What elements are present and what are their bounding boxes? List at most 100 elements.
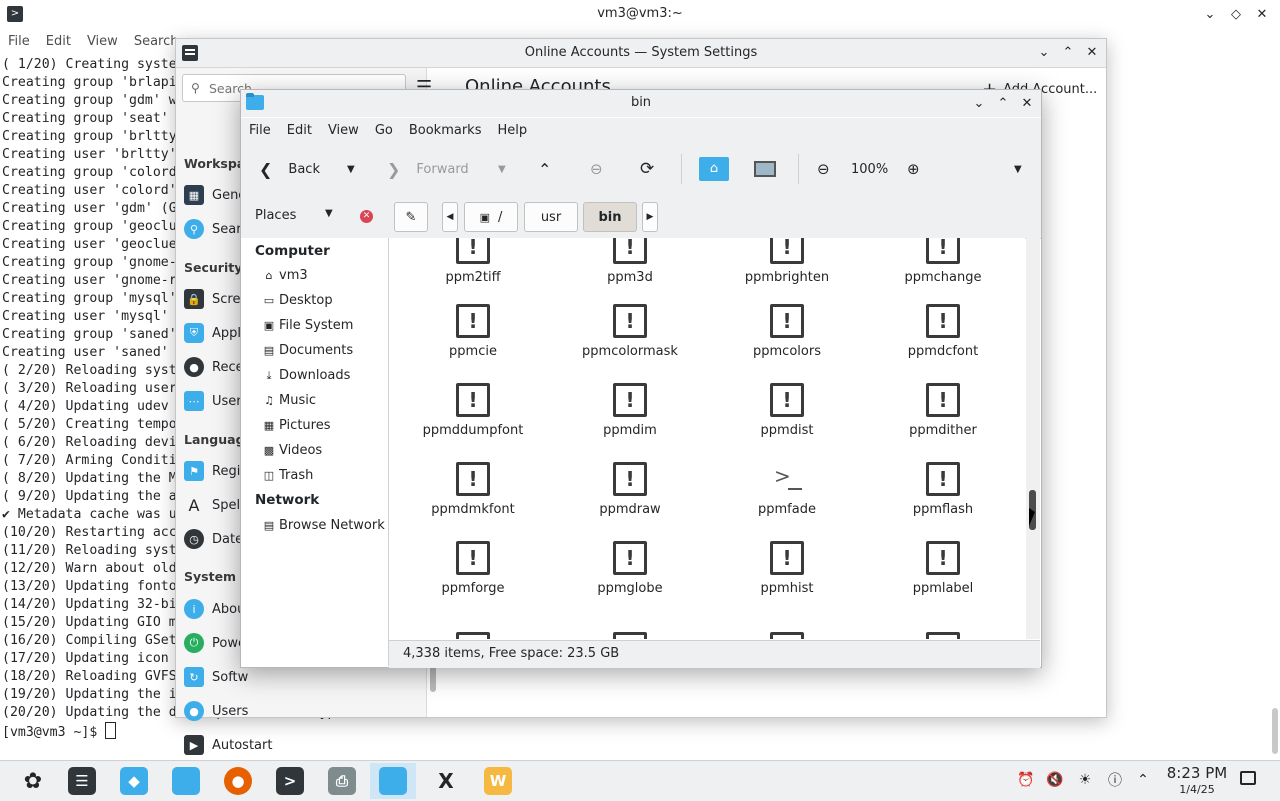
sidebar-item-recent-files[interactable]: ● Rece (184, 357, 244, 377)
forward-history-dropdown[interactable]: ▼ (498, 156, 506, 182)
brightness-icon[interactable]: ☀ (1074, 769, 1096, 791)
file-item[interactable]: ! ppmchange (868, 238, 1018, 285)
help-icon[interactable]: ⓘ (1104, 769, 1126, 791)
application-launcher[interactable]: ✿ (10, 763, 56, 799)
clock-time[interactable]: 8:23 PM (1162, 764, 1232, 782)
close-icon[interactable]: ✕ (1252, 4, 1272, 24)
sidebar-item-date-time[interactable]: ◷ Date (184, 529, 243, 549)
breadcrumb-scroll-left[interactable]: ◀ (442, 202, 458, 232)
place-desktop[interactable]: ▭ Desktop (263, 293, 333, 308)
file-item-partial[interactable]: ! (555, 632, 705, 639)
task-printer[interactable]: ⎙ (319, 763, 365, 799)
file-item-partial[interactable]: ! (712, 632, 862, 639)
breadcrumb-root[interactable]: ▣ / (464, 202, 518, 232)
place-file-system[interactable]: ▣ File System (263, 318, 354, 333)
sidebar-item-user-feedback[interactable]: ⋯ User (184, 391, 242, 411)
file-item[interactable]: ! ppmflash (868, 462, 1018, 517)
file-item[interactable]: ! ppmforge (398, 541, 548, 596)
show-desktop-icon[interactable] (1240, 771, 1256, 785)
place-videos[interactable]: ▩ Videos (263, 443, 322, 458)
breadcrumb-bin[interactable]: bin (583, 202, 637, 232)
menu-help[interactable]: Help (489, 118, 535, 144)
zoom-out-button[interactable]: ⊖ (817, 156, 830, 182)
file-item[interactable]: ! ppmdraw (555, 462, 705, 517)
file-manager-titlebar[interactable]: bin ⌄ ⌃ ✕ (241, 90, 1041, 117)
sidebar-item-spell-check[interactable]: A Spell (184, 495, 244, 515)
forward-button[interactable]: ❯ Forward (387, 156, 469, 182)
side-pane-selector[interactable]: Places (255, 208, 296, 223)
file-item[interactable]: ! ppmdim (555, 383, 705, 438)
file-item[interactable]: ! ppmddumpfont (398, 383, 548, 438)
file-view[interactable]: ! ppm2tiff! ppm3d! ppmbrighten! ppmchange! pp… (389, 238, 1025, 639)
file-item[interactable]: ! ppmglobe (555, 541, 705, 596)
stop-button[interactable]: ⊖ (590, 156, 603, 182)
maximize-icon[interactable]: ⌃ (993, 93, 1013, 113)
file-item[interactable]: ! ppmdmkfont (398, 462, 548, 517)
sidebar-item-search[interactable]: ⚲ Sear (184, 219, 242, 239)
task-file-manager-active[interactable] (370, 763, 416, 799)
place-music[interactable]: ♫ Music (263, 393, 316, 408)
file-item-partial[interactable]: ! (398, 632, 548, 639)
menu-bookmarks[interactable]: Bookmarks (401, 118, 490, 144)
file-item[interactable]: ! ppm2tiff (398, 238, 548, 285)
notifications-icon[interactable]: ⏰ (1015, 769, 1037, 791)
terminal-menu-file[interactable]: File (0, 32, 38, 52)
minimize-icon[interactable]: ⌄ (1200, 4, 1220, 24)
place-pictures[interactable]: ▦ Pictures (263, 418, 331, 433)
place-trash[interactable]: ◫ Trash (263, 468, 314, 483)
task-terminal[interactable]: > (267, 763, 313, 799)
breadcrumb-scroll-right[interactable]: ▶ (642, 202, 658, 232)
terminal-titlebar[interactable]: > vm3@vm3:~ ⌄ ◇ ✕ (0, 0, 1280, 30)
sidebar-item-power[interactable]: ⏻ Powe (184, 633, 246, 653)
sidebar-item-screen-locking[interactable]: 🔒 Scre (184, 289, 240, 309)
terminal-menu-edit[interactable]: Edit (38, 32, 79, 52)
sidebar-item-users[interactable]: ● Users (184, 701, 248, 721)
up-button[interactable]: ⌃ (538, 156, 551, 182)
breadcrumb-usr[interactable]: usr (524, 202, 578, 232)
menu-edit[interactable]: Edit (279, 118, 320, 144)
file-view-scrollbar[interactable] (1026, 238, 1040, 639)
file-item[interactable]: ! ppmdither (868, 383, 1018, 438)
close-side-pane-icon[interactable]: ✕ (360, 210, 373, 223)
file-item[interactable]: ! ppmlabel (868, 541, 1018, 596)
sidebar-item-region[interactable]: ⚑ Regi (184, 461, 240, 481)
file-item[interactable]: ! ppmbrighten (712, 238, 862, 285)
file-item[interactable]: ! ppmcolormask (555, 304, 705, 359)
zoom-in-button[interactable]: ⊕ (907, 156, 920, 182)
place-browse-network[interactable]: ▤ Browse Network (263, 518, 385, 533)
tray-expand-icon[interactable]: ⌃ (1132, 769, 1154, 791)
reload-button[interactable]: ⟳ (640, 156, 654, 182)
task-firefox[interactable]: ● (215, 763, 261, 799)
place-downloads[interactable]: ⤓ Downloads (263, 368, 351, 383)
file-item[interactable]: ! ppmdist (712, 383, 862, 438)
toolbar-overflow-menu[interactable]: ▼ (1014, 156, 1022, 182)
close-icon[interactable]: ✕ (1082, 42, 1102, 62)
sidebar-item-app-permissions[interactable]: ⛨ Appl (184, 323, 241, 343)
file-item[interactable]: > ppmfade (712, 462, 862, 517)
task-file-manager[interactable] (163, 763, 209, 799)
settings-sidebar-scrollbar[interactable] (430, 664, 436, 692)
menu-go[interactable]: Go (367, 118, 401, 144)
file-item-partial[interactable]: ! (868, 632, 1018, 639)
sidebar-item-autostart[interactable]: ▶ Autostart (184, 735, 272, 755)
back-history-dropdown[interactable]: ▼ (347, 156, 355, 182)
file-item[interactable]: ! ppm3d (555, 238, 705, 285)
task-discover[interactable]: ◆ (111, 763, 157, 799)
task-x-editor[interactable]: X (423, 763, 469, 799)
minimize-icon[interactable]: ⌄ (969, 93, 989, 113)
terminal-scrollbar[interactable] (1272, 708, 1278, 754)
close-icon[interactable]: ✕ (1017, 93, 1037, 113)
sidebar-item-general[interactable]: ▦ Gene (184, 185, 246, 205)
clock-date[interactable]: 1/4/25 (1162, 783, 1232, 796)
dropdown-arrow-icon[interactable]: ▼ (325, 208, 333, 219)
file-manager-window[interactable]: bin ⌄ ⌃ ✕ File Edit View Go Bookmarks He… (240, 89, 1042, 668)
place-home[interactable]: ⌂ vm3 (263, 268, 308, 283)
sidebar-item-software-update[interactable]: ↻ Softw (184, 667, 248, 687)
task-system-settings[interactable]: ☰ (59, 763, 105, 799)
edit-path-button[interactable]: ✎ (394, 202, 428, 232)
volume-muted-icon[interactable]: 🔇 (1044, 769, 1066, 791)
menu-file[interactable]: File (241, 118, 279, 144)
file-item[interactable]: ! ppmcolors (712, 304, 862, 359)
home-button[interactable]: ⌂ (699, 156, 729, 182)
minimize-icon[interactable]: ⌄ (1034, 42, 1054, 62)
